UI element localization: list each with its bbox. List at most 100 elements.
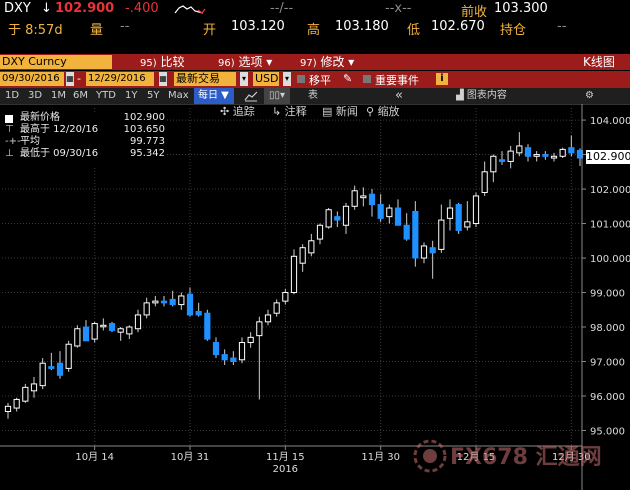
candle bbox=[169, 290, 176, 307]
line-chart-icon[interactable] bbox=[244, 88, 260, 104]
table-button[interactable]: 表 bbox=[308, 88, 318, 104]
events-checkbox[interactable] bbox=[363, 75, 371, 83]
candle-body-up bbox=[351, 190, 358, 207]
function-toolbar: DXY Curncy 95) 比较 96) 选项 ▾ 97) 修改 ▾ K线图 bbox=[0, 54, 630, 70]
moving-avg-edit-icon[interactable]: ✎ bbox=[343, 72, 352, 85]
candle-body-up bbox=[533, 154, 540, 157]
candle-body-up bbox=[117, 328, 124, 333]
candle-body-up bbox=[438, 219, 445, 250]
info-icon[interactable]: i bbox=[436, 73, 448, 85]
price-source-dropdown-icon[interactable]: ▾ bbox=[240, 72, 248, 86]
candle bbox=[221, 349, 228, 365]
start-calendar-icon[interactable]: ▦ bbox=[66, 72, 74, 86]
candle bbox=[334, 211, 341, 227]
candle-body-down bbox=[455, 204, 462, 231]
timeframe-1y[interactable]: 1Y bbox=[125, 88, 137, 104]
edit-button[interactable]: 97) 修改 ▾ bbox=[300, 54, 354, 70]
y-tick-label: 101.000 bbox=[590, 220, 630, 231]
settings-gear-icon[interactable]: ⚙ bbox=[585, 88, 594, 104]
timeframe-1d[interactable]: 1D bbox=[5, 88, 19, 104]
timeframe-6m[interactable]: 6M bbox=[73, 88, 88, 104]
year-label: 2016 bbox=[273, 464, 298, 475]
candle bbox=[108, 321, 116, 333]
end-calendar-icon[interactable]: ▦ bbox=[159, 72, 167, 86]
price-change: -.400 bbox=[125, 1, 159, 16]
timeframe-5y[interactable]: 5Y bbox=[147, 88, 159, 104]
timeframe-1m[interactable]: 1M bbox=[51, 88, 66, 104]
candle-body-up bbox=[316, 224, 324, 240]
currency-dropdown-icon[interactable]: ▾ bbox=[283, 72, 291, 86]
candle bbox=[507, 145, 514, 169]
candle-body-up bbox=[4, 405, 12, 413]
track-label: 追踪 bbox=[232, 105, 255, 118]
edit-num: 97) bbox=[300, 58, 317, 69]
start-date-field[interactable]: 09/30/2016 bbox=[0, 72, 64, 86]
timeframe-ytd[interactable]: YTD bbox=[96, 88, 116, 104]
candle-body-up bbox=[126, 326, 133, 335]
candle-body-up bbox=[516, 145, 523, 154]
security-field[interactable]: DXY Curncy bbox=[0, 55, 112, 69]
candle-body-up bbox=[290, 255, 298, 294]
candle bbox=[360, 187, 367, 207]
open-label: 开 bbox=[203, 23, 217, 38]
zoom-button[interactable]: ⚲ 缩放 bbox=[366, 104, 400, 120]
y-tick-label: 98.000 bbox=[590, 323, 625, 334]
moving-avg-label[interactable]: 移平 bbox=[309, 72, 331, 88]
news-icon: ▤ bbox=[322, 105, 336, 118]
candle-style-select[interactable]: ▯▯▾ bbox=[264, 88, 290, 104]
period-select[interactable]: 每日 ▼ bbox=[194, 88, 234, 104]
currency-select[interactable]: USD bbox=[253, 72, 279, 86]
price-source-select[interactable]: 最新交易 bbox=[174, 72, 236, 86]
candle-body-down bbox=[169, 298, 176, 306]
candle-body-up bbox=[273, 302, 280, 314]
candle bbox=[264, 309, 272, 326]
legend-avg-value: 99.773 bbox=[130, 136, 165, 147]
candle bbox=[13, 397, 20, 412]
annotate-button[interactable]: ↳ 注释 bbox=[272, 104, 307, 120]
candle bbox=[126, 325, 133, 340]
y-tick-label: 100.000 bbox=[590, 254, 630, 265]
candle-body-up bbox=[481, 171, 488, 193]
candle bbox=[238, 337, 246, 364]
timeframe-3d[interactable]: 3D bbox=[28, 88, 42, 104]
collapse-left-icon[interactable]: « bbox=[395, 88, 403, 104]
events-label[interactable]: 重要事件 bbox=[375, 72, 419, 88]
candle-body-up bbox=[65, 343, 72, 369]
candle-body-up bbox=[91, 323, 98, 340]
candle-style-dropdown-icon: ▾ bbox=[279, 90, 286, 101]
pencil-icon: ↳ bbox=[272, 105, 285, 118]
candle bbox=[91, 321, 98, 343]
candle-body-up bbox=[256, 321, 263, 337]
candle-body-up bbox=[100, 324, 107, 328]
news-label: 新闻 bbox=[335, 105, 358, 118]
candle-body-down bbox=[230, 357, 237, 363]
candle-body-up bbox=[490, 155, 497, 173]
candle bbox=[290, 249, 298, 295]
legend-low-label: 最低于 09/30/16 bbox=[20, 148, 99, 159]
legend-high-label: 最高于 12/20/16 bbox=[20, 124, 99, 135]
track-button[interactable]: ✣ 追踪 bbox=[220, 104, 255, 120]
candle bbox=[247, 332, 254, 348]
timeframe-max[interactable]: Max bbox=[168, 88, 189, 104]
end-date-field[interactable]: 12/29/2016 bbox=[86, 72, 154, 86]
options-button[interactable]: 96) 选项 ▾ bbox=[218, 54, 272, 70]
candle-body-up bbox=[472, 195, 480, 225]
compare-button[interactable]: 95) 比较 bbox=[140, 54, 184, 70]
candle-body-up bbox=[264, 314, 272, 323]
chart-content-button[interactable]: ▟ 图表内容 bbox=[456, 88, 507, 104]
candle bbox=[30, 377, 38, 398]
candle-body-up bbox=[74, 328, 81, 347]
candle-body-up bbox=[282, 292, 289, 302]
chart-type-label[interactable]: K线图 bbox=[583, 54, 615, 70]
legend-last-value: 102.900 bbox=[123, 112, 165, 123]
moving-avg-checkbox[interactable] bbox=[297, 75, 305, 83]
news-button[interactable]: ▤ 新闻 bbox=[322, 104, 358, 120]
candle bbox=[195, 302, 202, 317]
candle bbox=[420, 242, 428, 264]
low-label: 低 bbox=[407, 23, 421, 38]
candle bbox=[282, 289, 289, 305]
ticker-symbol: DXY bbox=[4, 1, 31, 16]
date-range-toolbar: 09/30/2016 ▦ - 12/29/2016 ▦ 最新交易 ▾ USD ▾… bbox=[0, 71, 630, 88]
candle bbox=[134, 309, 142, 333]
candle bbox=[498, 151, 506, 165]
